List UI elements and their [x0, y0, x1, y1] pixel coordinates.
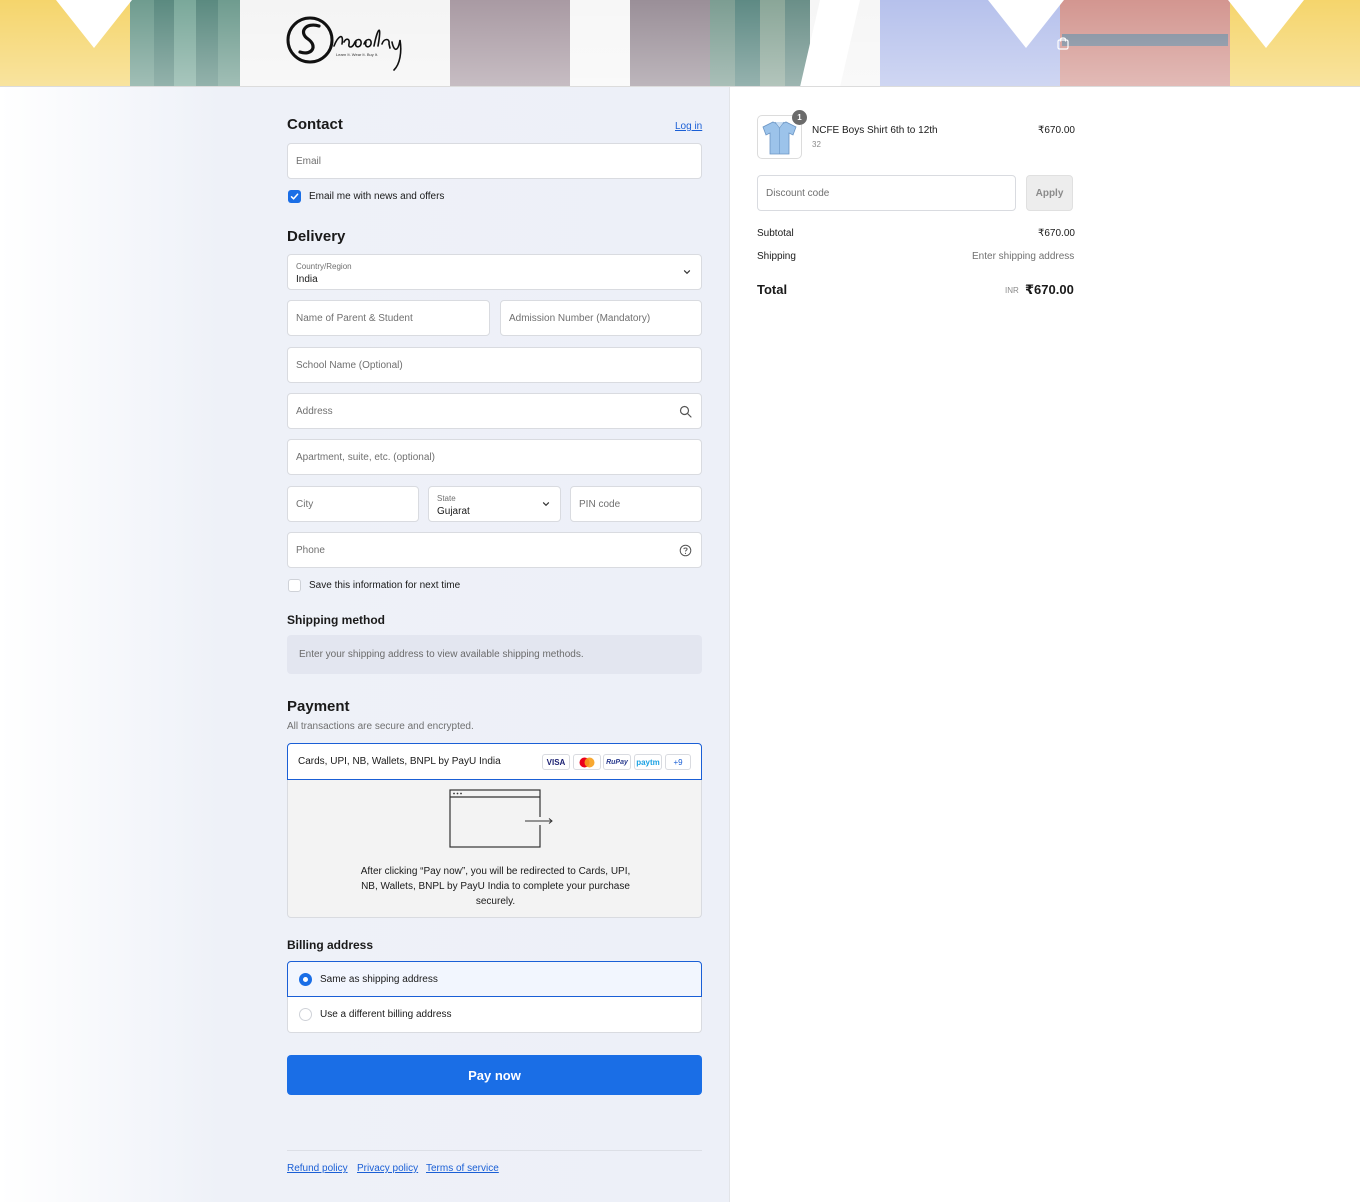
pin-code-field[interactable] [570, 486, 702, 522]
shipping-value: Enter shipping address [972, 251, 1075, 262]
apartment-input[interactable] [288, 440, 701, 474]
chevron-down-icon [683, 270, 691, 275]
apply-discount-button[interactable]: Apply [1026, 175, 1073, 211]
browser-redirect-icon [449, 789, 555, 848]
item-name: NCFE Boys Shirt 6th to 12th [812, 125, 938, 136]
contact-heading: Contact [287, 116, 343, 133]
footer-divider [287, 1150, 702, 1151]
parent-student-name-input[interactable] [288, 301, 489, 335]
shopping-bag-icon[interactable] [1056, 36, 1070, 50]
save-info-checkbox[interactable] [288, 579, 301, 592]
billing-same-label: Same as shipping address [320, 973, 438, 985]
save-info-checkbox-row[interactable]: Save this information for next time [288, 579, 460, 592]
billing-different-radio[interactable] [299, 1008, 312, 1021]
login-link[interactable]: Log in [675, 121, 702, 132]
payment-subtitle: All transactions are secure and encrypte… [287, 721, 474, 732]
payment-heading: Payment [287, 698, 350, 715]
payu-redirect-panel: After clicking “Pay now”, you will be re… [287, 780, 702, 918]
school-name-input[interactable] [288, 348, 701, 382]
parent-student-name-field[interactable] [287, 300, 490, 336]
item-price: ₹670.00 [1038, 125, 1075, 136]
check-icon [290, 193, 299, 200]
pay-now-button[interactable]: Pay now [287, 1055, 702, 1095]
billing-same-radio[interactable] [299, 972, 312, 986]
shipping-method-notice: Enter your shipping address to view avai… [287, 635, 702, 674]
total-label: Total [757, 282, 788, 297]
email-input[interactable] [288, 144, 701, 178]
item-quantity-badge: 1 [792, 110, 807, 125]
admission-number-field[interactable] [500, 300, 702, 336]
phone-input[interactable] [288, 533, 701, 567]
email-field[interactable] [287, 143, 702, 179]
shipping-label: Shipping [757, 251, 796, 262]
save-info-label: Save this information for next time [309, 580, 461, 591]
delivery-heading: Delivery [287, 228, 346, 245]
help-circle-icon[interactable] [679, 544, 692, 557]
redirect-message: After clicking “Pay now”, you will be re… [360, 866, 631, 907]
visa-badge: VISA [542, 754, 570, 770]
payu-payment-option[interactable]: Cards, UPI, NB, Wallets, BNPL by PayU In… [287, 743, 702, 780]
city-input[interactable] [288, 487, 418, 521]
state-value: Gujarat [437, 506, 470, 517]
admission-number-input[interactable] [501, 301, 701, 335]
news-checkbox[interactable] [288, 190, 301, 203]
pin-code-input[interactable] [571, 487, 701, 521]
country-value: India [296, 274, 318, 285]
more-methods-badge: +9 [665, 754, 691, 770]
billing-different-option[interactable]: Use a different billing address [287, 997, 702, 1033]
subtotal-label: Subtotal [757, 228, 794, 239]
school-name-field[interactable] [287, 347, 702, 383]
search-icon[interactable] [679, 405, 692, 418]
terms-of-service-link[interactable]: Terms of service [426, 1163, 499, 1174]
discount-code-input[interactable] [758, 176, 1015, 210]
state-label: State [437, 494, 456, 503]
subtotal-value: ₹670.00 [1038, 228, 1075, 239]
country-select[interactable]: Country/Region India [287, 254, 702, 290]
refund-policy-link[interactable]: Refund policy [287, 1163, 348, 1174]
mastercard-icon [579, 757, 595, 767]
news-checkbox-row[interactable]: Email me with news and offers [288, 190, 444, 203]
billing-different-label: Use a different billing address [320, 1009, 452, 1020]
header-banner: Learn It. Wear It. Buy It. [0, 0, 1360, 87]
billing-same-option[interactable]: Same as shipping address [287, 961, 702, 997]
phone-field[interactable] [287, 532, 702, 568]
rupay-badge: RuPay [603, 754, 631, 770]
state-select[interactable]: State Gujarat [428, 486, 561, 522]
item-variant: 32 [812, 140, 821, 149]
address-field[interactable] [287, 393, 702, 429]
billing-heading: Billing address [287, 938, 374, 952]
paytm-badge: paytm [634, 754, 662, 770]
payu-provider-label: Cards, UPI, NB, Wallets, BNPL by PayU In… [298, 756, 501, 767]
total-currency: INR [1005, 286, 1019, 295]
country-label: Country/Region [296, 262, 352, 271]
schoolay-logo[interactable]: Learn It. Wear It. Buy It. [286, 12, 418, 74]
privacy-policy-link[interactable]: Privacy policy [357, 1163, 418, 1174]
discount-code-field[interactable] [757, 175, 1016, 211]
city-field[interactable] [287, 486, 419, 522]
total-value: ₹670.00 [1025, 282, 1074, 297]
chevron-down-icon [542, 502, 550, 507]
address-input[interactable] [288, 394, 701, 428]
news-label: Email me with news and offers [309, 191, 445, 202]
mastercard-badge [573, 754, 601, 770]
logo-tagline: Learn It. Wear It. Buy It. [336, 52, 378, 57]
shipping-method-heading: Shipping method [287, 613, 385, 627]
apartment-field[interactable] [287, 439, 702, 475]
